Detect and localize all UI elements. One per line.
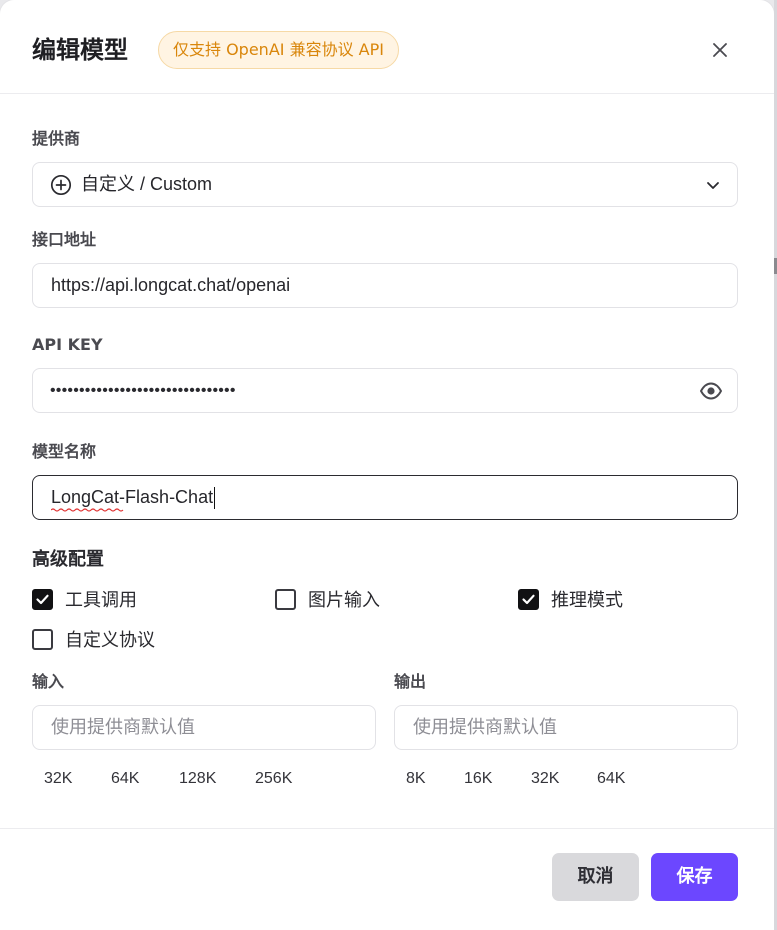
edit-model-dialog: 编辑模型 仅支持 OpenAI 兼容协议 API 提供商 自定义 / Custo… — [0, 0, 774, 930]
cancel-button[interactable]: 取消 — [552, 853, 639, 901]
output-limit-placeholder: 使用提供商默认值 — [413, 717, 557, 738]
footer-divider — [0, 828, 774, 829]
dialog-header: 编辑模型 仅支持 OpenAI 兼容协议 API — [0, 0, 774, 94]
option-label: 图片输入 — [308, 590, 380, 611]
option-reasoning-mode[interactable]: 推理模式 — [518, 587, 623, 611]
provider-label: 提供商 — [32, 129, 81, 148]
input-limit-field[interactable]: 使用提供商默认值 — [32, 705, 376, 750]
provider-value: 自定义 / Custom — [81, 174, 213, 194]
option-custom-protocol[interactable]: 自定义协议 — [32, 627, 155, 651]
checkbox-checked[interactable] — [32, 588, 53, 610]
compat-badge: 仅支持 OpenAI 兼容协议 API — [158, 31, 399, 69]
endpoint-label: 接口地址 — [32, 230, 97, 249]
option-tool-calling[interactable]: 工具调用 — [32, 587, 137, 611]
check-icon — [522, 594, 535, 604]
input-preset-128k[interactable]: 128K — [179, 766, 216, 792]
model-name-label: 模型名称 — [32, 442, 97, 461]
provider-select[interactable]: 自定义 / Custom — [32, 162, 738, 207]
dialog-title: 编辑模型 — [32, 36, 128, 64]
output-preset-8k[interactable]: 8K — [406, 766, 426, 792]
output-preset-32k[interactable]: 32K — [531, 766, 559, 792]
close-button[interactable] — [708, 38, 732, 62]
output-limit-label: 输出 — [394, 672, 427, 691]
api-key-input[interactable]: •••••••••••••••••••••••••••••••• — [32, 368, 738, 413]
output-preset-64k[interactable]: 64K — [597, 766, 625, 792]
endpoint-value: https://api.longcat.chat/openai — [51, 275, 291, 295]
input-preset-64k[interactable]: 64K — [111, 766, 139, 792]
api-key-label: API KEY — [32, 335, 103, 354]
input-limit-label: 输入 — [32, 672, 65, 691]
input-limit-placeholder: 使用提供商默认值 — [51, 717, 195, 738]
checkbox-checked[interactable] — [518, 588, 539, 610]
option-label: 推理模式 — [551, 590, 623, 611]
model-name-value: LongCat-Flash-Chat — [51, 487, 214, 507]
output-limit-field[interactable]: 使用提供商默认值 — [394, 705, 738, 750]
text-caret — [214, 487, 216, 510]
endpoint-input[interactable]: https://api.longcat.chat/openai — [32, 263, 738, 308]
option-image-input[interactable]: 图片输入 — [275, 587, 380, 611]
output-preset-16k[interactable]: 16K — [464, 766, 492, 792]
chevron-down-icon — [707, 182, 719, 189]
checkbox-unchecked[interactable] — [32, 628, 53, 650]
input-preset-32k[interactable]: 32K — [44, 766, 72, 792]
show-password-icon[interactable] — [699, 380, 723, 402]
model-name-input[interactable]: LongCat-Flash-Chat — [32, 475, 738, 520]
spellcheck-underline — [51, 508, 124, 512]
checkbox-unchecked[interactable] — [275, 588, 296, 610]
advanced-title: 高级配置 — [32, 549, 104, 570]
api-key-masked-value: •••••••••••••••••••••••••••••••• — [50, 382, 236, 399]
check-icon — [36, 594, 49, 604]
input-preset-256k[interactable]: 256K — [255, 766, 292, 792]
plus-circle-icon — [50, 174, 72, 196]
option-label: 自定义协议 — [65, 630, 155, 651]
close-icon — [713, 43, 727, 57]
option-label: 工具调用 — [65, 590, 137, 611]
save-button[interactable]: 保存 — [651, 853, 738, 901]
